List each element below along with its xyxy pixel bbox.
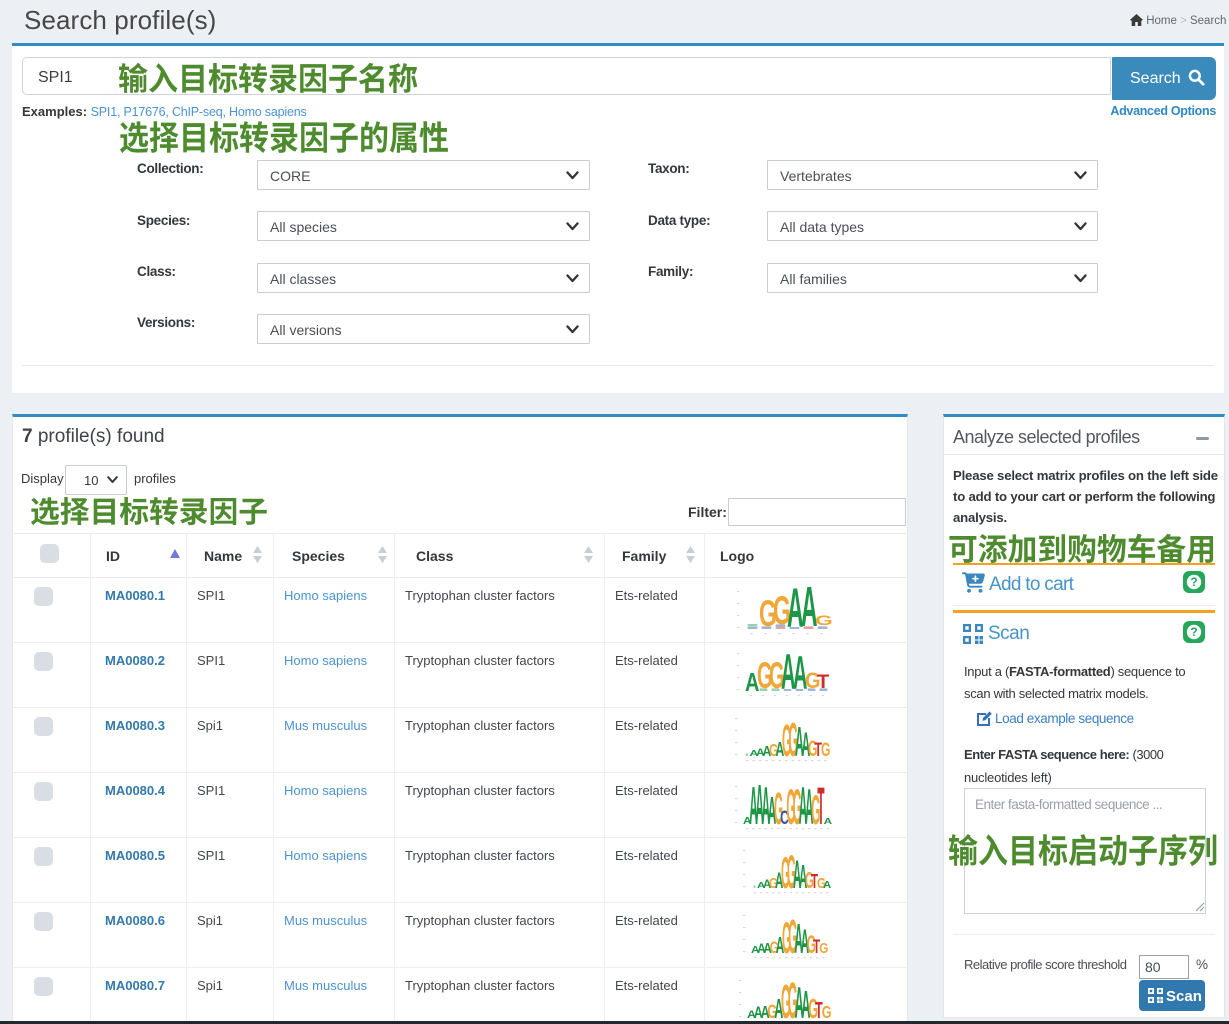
svg-text:G: G [815, 613, 833, 628]
svg-text:G: G [822, 1003, 832, 1023]
svg-text:A: A [801, 576, 818, 639]
svg-text:T: T [817, 778, 824, 836]
svg-text:G: G [821, 739, 830, 761]
svg-text:G: G [819, 940, 828, 957]
svg-text:A: A [823, 880, 832, 891]
svg-text:A: A [824, 817, 833, 826]
svg-text:T: T [817, 671, 829, 693]
